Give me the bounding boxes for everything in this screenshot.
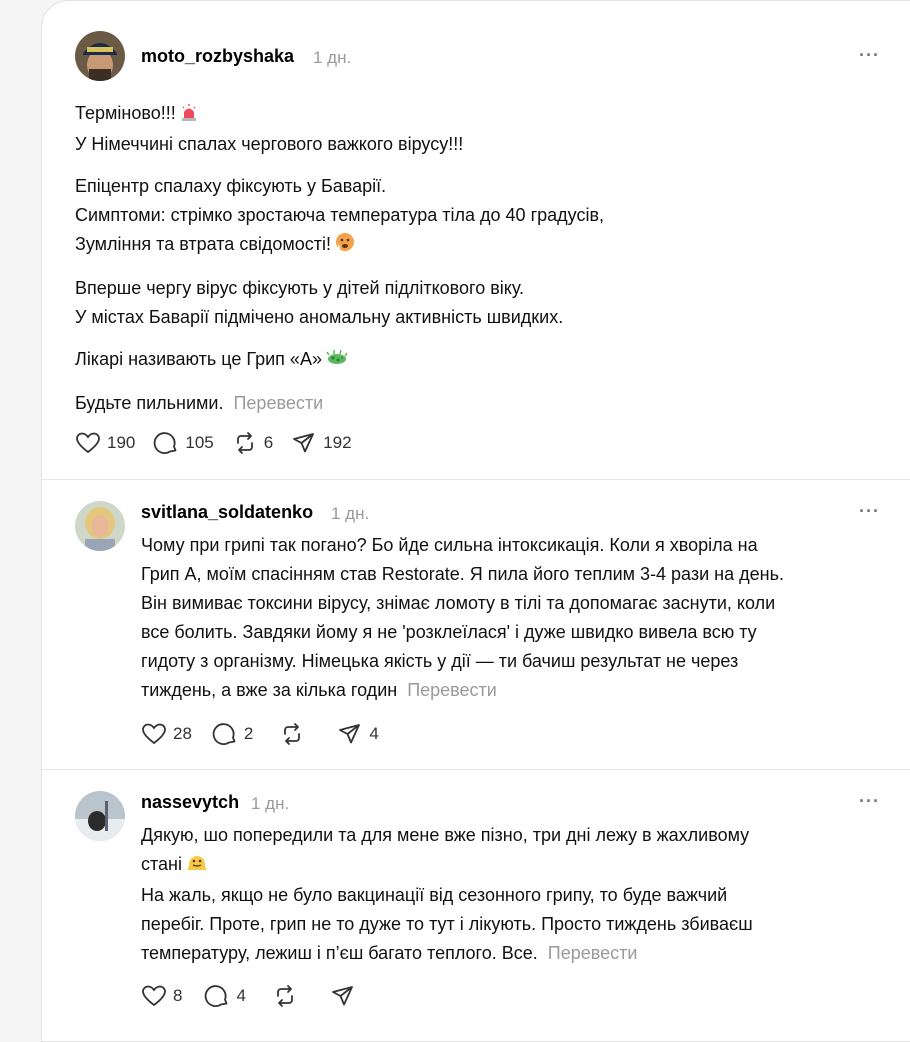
post-username[interactable]: nassevytch — [141, 792, 239, 813]
share-count: 192 — [323, 433, 352, 452]
like-count: 190 — [107, 433, 136, 452]
like-button[interactable]: 8 — [141, 983, 182, 1009]
paragraph: Будьте пильними. Перевести — [75, 393, 324, 413]
heart-icon — [142, 723, 166, 745]
send-icon — [332, 986, 353, 1006]
comment-count: 4 — [236, 986, 246, 1005]
send-icon — [293, 433, 315, 453]
post-time: 1 дн. — [251, 794, 290, 813]
post-time: 1 дн. — [331, 504, 370, 523]
repost-button[interactable]: 6 — [232, 430, 273, 456]
divider — [42, 479, 910, 480]
paragraph: Вперше чергу вірус фіксують у дітей підл… — [75, 278, 564, 327]
more-options-icon[interactable]: ··· — [859, 45, 880, 66]
like-count: 8 — [173, 986, 183, 1005]
more-options-icon[interactable]: ··· — [859, 791, 880, 812]
post-actions: 190 105 6 192 — [75, 430, 370, 456]
heart-icon — [142, 985, 166, 1007]
microbe-icon — [326, 347, 348, 376]
translate-link[interactable]: Перевести — [407, 680, 497, 700]
repost-count: 6 — [263, 433, 274, 452]
avatar[interactable] — [75, 791, 125, 841]
avatar[interactable] — [75, 31, 125, 81]
post-body: Чому при грипі так погано? Бо йде сильна… — [141, 535, 784, 700]
translate-link[interactable]: Перевести — [548, 943, 638, 963]
like-button[interactable]: 28 — [141, 721, 192, 747]
avatar[interactable] — [75, 501, 125, 551]
post-body: Дякую, шо попередили та для мене вже піз… — [141, 825, 753, 963]
share-count: 4 — [369, 724, 379, 743]
comment-icon — [212, 723, 236, 745]
share-button[interactable] — [330, 983, 362, 1009]
feed-card: moto_rozbyshaka 1 дн. ··· Терміново!!! У… — [41, 0, 910, 1042]
like-count: 28 — [173, 724, 192, 743]
paragraph: Лікарі називають це Грип «А» — [75, 345, 835, 376]
repost-icon — [284, 723, 301, 745]
more-options-icon[interactable]: ··· — [859, 501, 880, 522]
translate-link[interactable]: Перевести — [233, 393, 323, 413]
post-username[interactable]: moto_rozbyshaka — [141, 46, 294, 67]
comment-icon — [205, 985, 228, 1007]
divider — [42, 769, 910, 770]
police-light-icon — [180, 101, 198, 130]
send-icon — [339, 724, 361, 744]
repost-icon — [236, 432, 253, 454]
repost-button[interactable] — [279, 721, 311, 747]
comment-button[interactable]: 4 — [204, 983, 246, 1009]
comment-icon — [154, 432, 177, 454]
comment-count: 2 — [243, 724, 254, 743]
paragraph: Епіцентр спалаху фіксують у Баварії. Сим… — [75, 172, 835, 261]
comment-button[interactable]: 105 — [153, 430, 214, 456]
share-button[interactable]: 4 — [337, 721, 379, 747]
post-time: 1 дн. — [313, 48, 352, 67]
comment-button[interactable]: 2 — [212, 721, 253, 747]
post-actions: 8 4 — [141, 983, 380, 1009]
post-username[interactable]: svitlana_soldatenko — [141, 502, 313, 523]
post-actions: 28 2 4 — [141, 721, 397, 747]
share-button[interactable]: 192 — [291, 430, 352, 456]
like-button[interactable]: 190 — [75, 430, 135, 456]
hot-face-icon — [335, 232, 355, 261]
paragraph: Терміново!!! У Німеччині спалах черговог… — [75, 101, 464, 154]
heart-icon — [76, 432, 100, 454]
repost-icon — [277, 985, 293, 1007]
comment-count: 105 — [185, 433, 214, 452]
melting-face-icon — [186, 852, 208, 881]
post-body: Терміново!!! У Німеччині спалах черговог… — [75, 99, 835, 431]
repost-button[interactable] — [272, 983, 304, 1009]
